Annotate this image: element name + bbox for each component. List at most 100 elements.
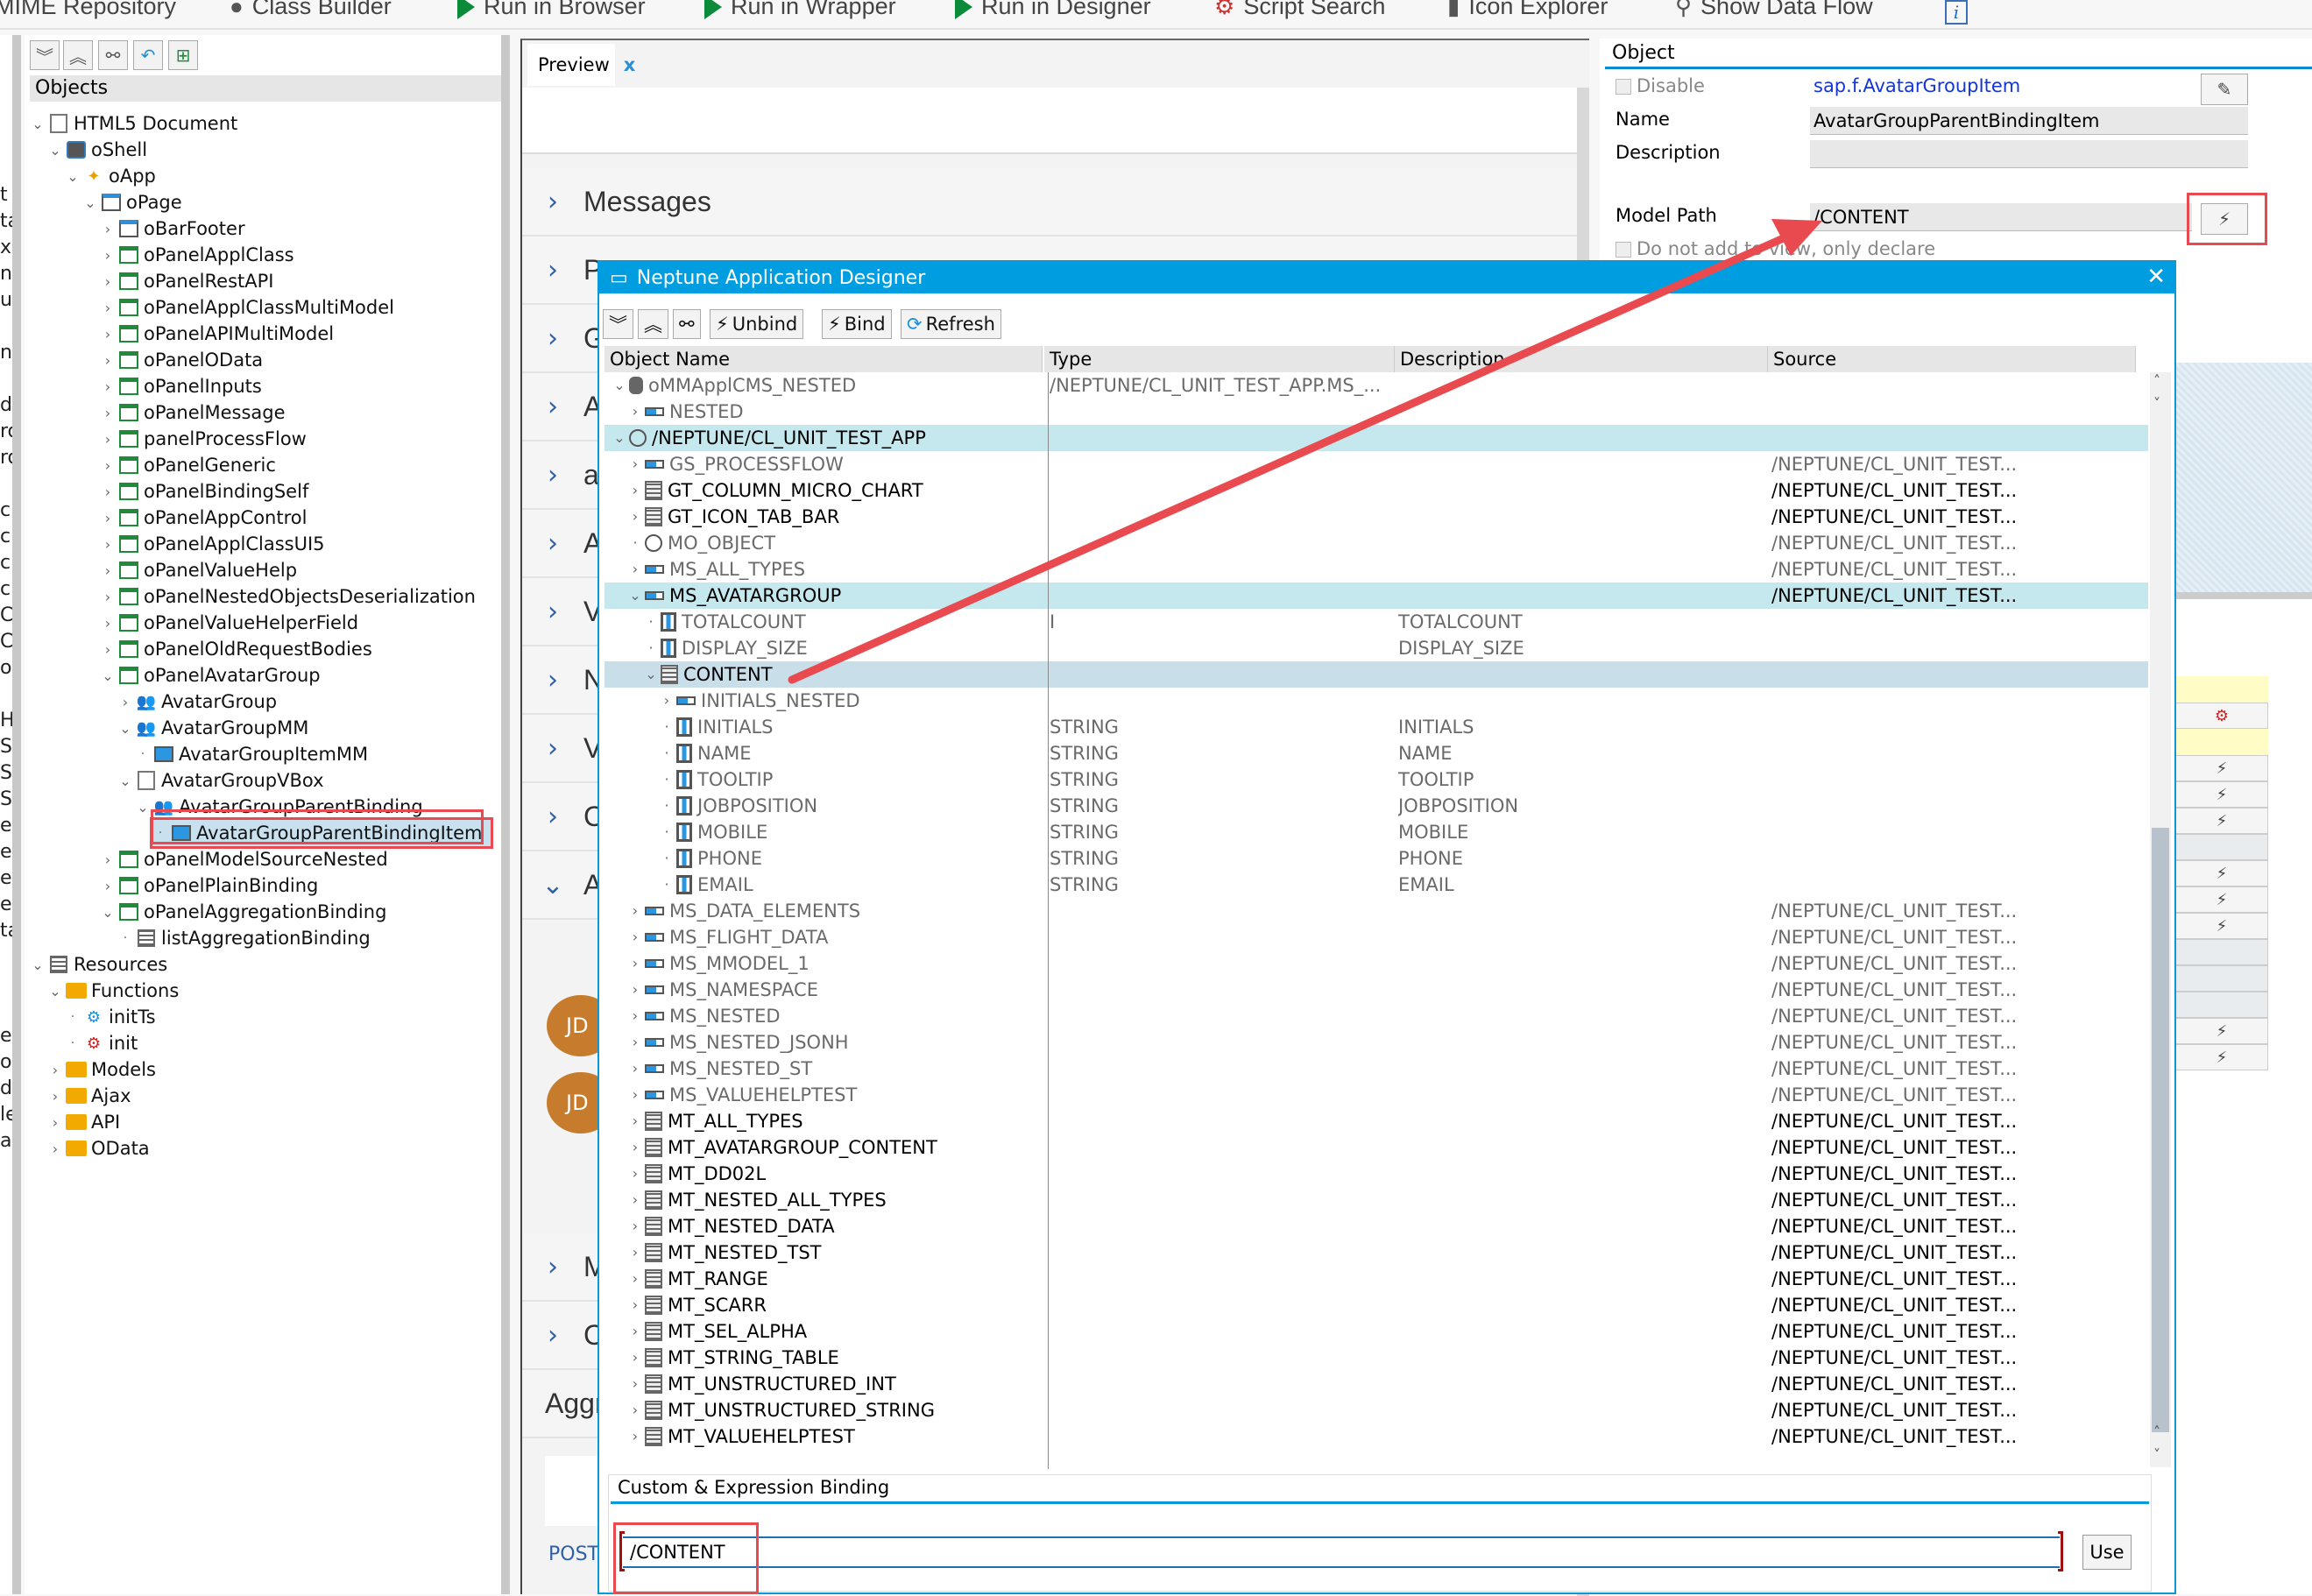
- description-field[interactable]: [1810, 140, 2248, 168]
- chevron-right-icon[interactable]: ›: [627, 1397, 643, 1423]
- expand-all-button[interactable]: ︾: [30, 40, 60, 70]
- chevron-down-icon[interactable]: ⌄: [117, 773, 133, 789]
- chevron-down-icon[interactable]: ⌄: [82, 194, 98, 211]
- chevron-right-icon[interactable]: ›: [100, 221, 116, 237]
- tree-item[interactable]: › oBarFooter: [100, 215, 245, 242]
- chevron-right-icon[interactable]: ›: [47, 1088, 63, 1105]
- model-tree-row[interactable]: · PHONE STRING PHONE: [605, 845, 2148, 872]
- model-tree-row[interactable]: · TOOLTIP STRING TOOLTIP: [605, 766, 2148, 793]
- bind-button[interactable]: ⚡: [2175, 1018, 2268, 1044]
- tree-item[interactable]: › OData: [47, 1135, 150, 1162]
- chevron-right-icon[interactable]: ›: [627, 399, 643, 425]
- bind-button[interactable]: ⚡: [2175, 860, 2268, 886]
- tab-preview[interactable]: Preview x: [527, 44, 635, 86]
- chevron-right-icon[interactable]: ›: [100, 589, 116, 605]
- tree-item[interactable]: › oPanelApplClass: [100, 242, 294, 268]
- class-link[interactable]: sap.f.AvatarGroupItem: [1814, 75, 2020, 96]
- model-tree-row[interactable]: › MT_UNSTRUCTURED_INT/NEPTUNE/CL_UNIT_TES…: [605, 1371, 2148, 1397]
- tree-item[interactable]: › oPanelBindingSelf: [100, 478, 309, 505]
- chevron-down-icon[interactable]: ⌄: [627, 583, 643, 609]
- chevron-right-icon[interactable]: ›: [100, 273, 116, 290]
- model-tree-row[interactable]: › MS_NESTED_ST/NEPTUNE/CL_UNIT_TEST...: [605, 1056, 2148, 1082]
- column-header-type[interactable]: Type: [1044, 346, 1395, 372]
- chevron-right-icon[interactable]: ›: [627, 1318, 643, 1345]
- tree-item[interactable]: ⌄ ✦ oApp: [65, 163, 156, 189]
- chevron-right-icon[interactable]: ›: [627, 1108, 643, 1134]
- chevron-right-icon[interactable]: ›: [627, 1029, 643, 1056]
- chevron-right-icon[interactable]: ›: [627, 451, 643, 477]
- scroll-down-icon[interactable]: ˅: [2153, 395, 2160, 412]
- tree-item[interactable]: › oPanelApplClassUI5: [100, 531, 325, 557]
- tree-item[interactable]: › oPanelInputs: [100, 373, 262, 399]
- chevron-right-icon[interactable]: ›: [100, 851, 116, 868]
- chevron-down-icon[interactable]: ⌄: [643, 661, 659, 688]
- bind-button[interactable]: ⚡: [2175, 781, 2268, 808]
- run-in-wrapper-button[interactable]: Run in Wrapper: [704, 0, 896, 20]
- model-tree-row[interactable]: › GT_COLUMN_MICRO_CHART/NEPTUNE/CL_UNIT_T…: [605, 477, 2148, 504]
- chevron-right-icon[interactable]: ›: [659, 688, 675, 714]
- chevron-down-icon[interactable]: ⌄: [612, 372, 627, 399]
- model-tree-row[interactable]: › MT_NESTED_TST/NEPTUNE/CL_UNIT_TEST...: [605, 1239, 2148, 1266]
- use-button[interactable]: Use: [2082, 1535, 2132, 1570]
- model-tree-row[interactable]: › MT_DD02L/NEPTUNE/CL_UNIT_TEST...: [605, 1161, 2148, 1187]
- chevron-right-icon[interactable]: ›: [117, 694, 133, 710]
- bind-button[interactable]: ⚡: [2175, 913, 2268, 939]
- tree-item[interactable]: › oPanelOldRequestBodies: [100, 636, 372, 662]
- chevron-right-icon[interactable]: ›: [627, 1266, 643, 1292]
- icon-explorer-button[interactable]: ▮ Icon Explorer: [1447, 0, 1608, 20]
- tree-item[interactable]: › oPanelValueHelperField: [100, 610, 358, 636]
- chevron-right-icon[interactable]: ›: [100, 562, 116, 579]
- tree-item[interactable]: › oPanelGeneric: [100, 452, 276, 478]
- chevron-right-icon[interactable]: ›: [627, 1134, 643, 1161]
- info-button[interactable]: i: [1945, 0, 1968, 25]
- show-data-flow-button[interactable]: ⚲ Show Data Flow: [1675, 0, 1873, 20]
- model-tree-row[interactable]: › MS_NESTED_JSONH/NEPTUNE/CL_UNIT_TEST...: [605, 1029, 2148, 1056]
- tree-item[interactable]: ⌄ Resources: [30, 951, 167, 978]
- chevron-right-icon[interactable]: ›: [100, 484, 116, 500]
- close-icon[interactable]: ✕: [2146, 264, 2166, 290]
- chevron-right-icon[interactable]: ›: [100, 457, 116, 474]
- find-button[interactable]: ⚯: [673, 309, 701, 339]
- chevron-down-icon[interactable]: ⌄: [65, 168, 81, 185]
- model-tree-row[interactable]: › MT_ALL_TYPES/NEPTUNE/CL_UNIT_TEST...: [605, 1108, 2148, 1134]
- tree-item[interactable]: ⌄ oShell: [47, 137, 147, 163]
- tree-item[interactable]: ⌄ oPage: [82, 189, 181, 215]
- model-tree-row[interactable]: ⌄ CONTENT: [605, 661, 2148, 688]
- tree-item[interactable]: ⌄ HTML5 Document: [30, 110, 237, 137]
- script-action-button[interactable]: ⚙: [2175, 703, 2268, 729]
- help-button[interactable]: ✎: [2201, 74, 2248, 105]
- chevron-right-icon[interactable]: ›: [47, 1062, 63, 1078]
- collapse-all-button[interactable]: ︽: [63, 40, 93, 70]
- model-tree-row[interactable]: · JOBPOSITION STRING JOBPOSITION: [605, 793, 2148, 819]
- script-search-button[interactable]: ⚙ Script Search: [1214, 0, 1385, 20]
- unbind-button[interactable]: ⚡ Unbind: [710, 309, 804, 339]
- tree-item[interactable]: ⌄ Functions: [47, 978, 179, 1004]
- tree-item[interactable]: › API: [47, 1109, 120, 1135]
- chevron-right-icon[interactable]: ›: [627, 1239, 643, 1266]
- tree-item[interactable]: ⌄ 👥 AvatarGroupMM: [117, 715, 308, 741]
- chevron-right-icon[interactable]: ›: [100, 352, 116, 369]
- model-tree-row[interactable]: › MS_NAMESPACE/NEPTUNE/CL_UNIT_TEST...: [605, 977, 2148, 1003]
- chevron-down-icon[interactable]: ⌄: [30, 957, 46, 973]
- tree-item[interactable]: › 👥 AvatarGroup: [117, 689, 277, 715]
- chevron-right-icon[interactable]: ›: [100, 615, 116, 632]
- model-tree-row[interactable]: › INITIALS_NESTED: [605, 688, 2148, 714]
- close-tab-icon[interactable]: x: [624, 54, 636, 75]
- run-in-designer-button[interactable]: Run in Designer: [955, 0, 1151, 20]
- model-tree-row[interactable]: › MS_MMODEL_1/NEPTUNE/CL_UNIT_TEST...: [605, 950, 2148, 977]
- chevron-right-icon[interactable]: ›: [627, 1003, 643, 1029]
- model-tree-row[interactable]: › GS_PROCESSFLOW/NEPTUNE/CL_UNIT_TEST...: [605, 451, 2148, 477]
- chevron-right-icon[interactable]: ›: [100, 536, 116, 553]
- chevron-right-icon[interactable]: ›: [100, 326, 116, 343]
- disable-checkbox[interactable]: Disable: [1616, 75, 1705, 96]
- chevron-right-icon[interactable]: ›: [627, 556, 643, 583]
- declare-only-checkbox[interactable]: Do not add to view, only declare: [1616, 238, 1935, 259]
- bind-button[interactable]: ⚡: [2175, 808, 2268, 834]
- model-tree-row[interactable]: · INITIALS STRING INITIALS: [605, 714, 2148, 740]
- model-tree-row[interactable]: · NAME STRING NAME: [605, 740, 2148, 766]
- chevron-right-icon[interactable]: ›: [627, 1082, 643, 1108]
- chevron-right-icon[interactable]: ›: [627, 1423, 643, 1450]
- tree-item[interactable]: › oPanelRestAPI: [100, 268, 274, 294]
- chevron-right-icon[interactable]: ›: [47, 1114, 63, 1131]
- chevron-right-icon[interactable]: ›: [100, 405, 116, 421]
